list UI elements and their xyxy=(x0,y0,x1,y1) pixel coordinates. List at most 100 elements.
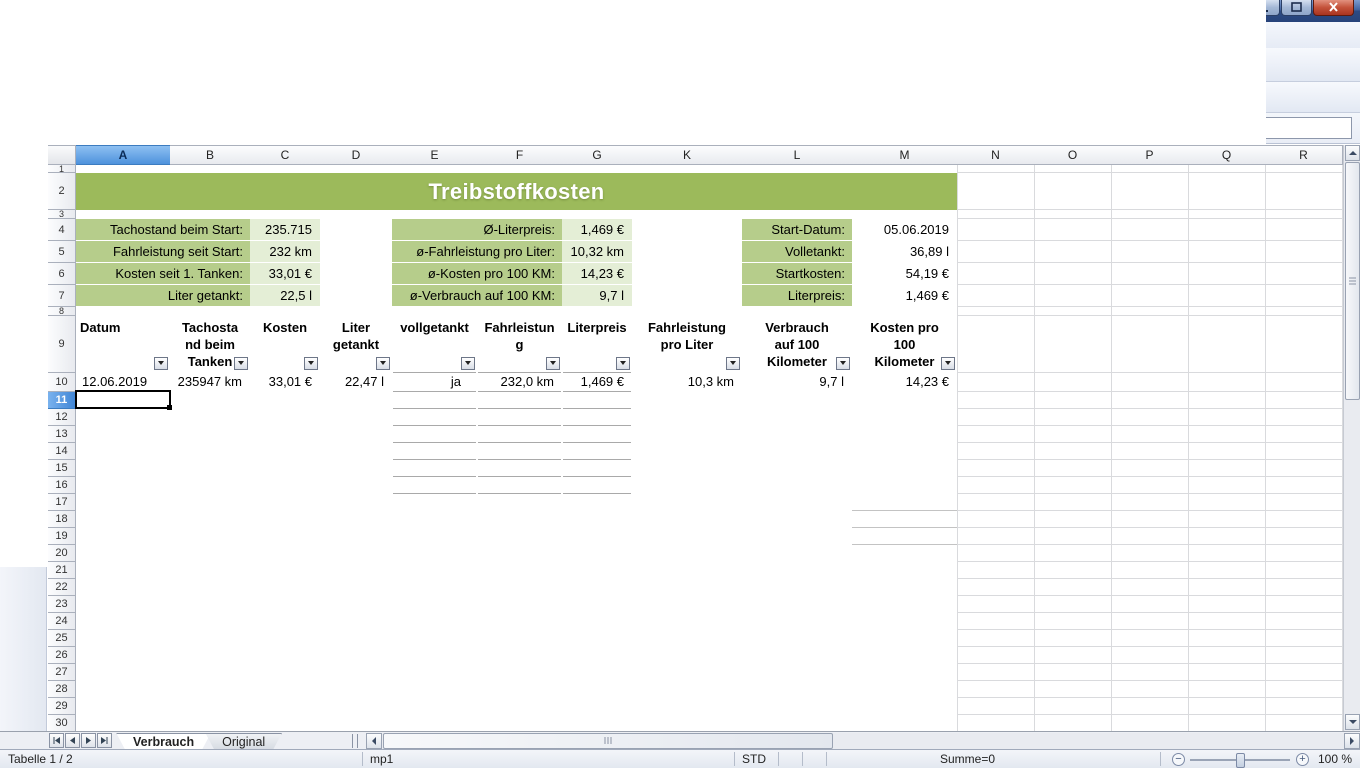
row-header-3[interactable]: 3 xyxy=(48,210,76,219)
summary-label-cell[interactable]: Tachostand beim Start: xyxy=(76,219,250,240)
row-header-17[interactable]: 17 xyxy=(48,494,76,511)
row-header-27[interactable]: 27 xyxy=(48,664,76,681)
row-header-15[interactable]: 15 xyxy=(48,460,76,477)
row-header-2[interactable]: 2 xyxy=(48,173,76,210)
column-header-M[interactable]: M xyxy=(852,145,958,165)
align-center-button[interactable] xyxy=(399,84,425,110)
dropdown-arrow-icon[interactable] xyxy=(63,53,71,77)
table-cell-C10[interactable]: 33,01 € xyxy=(250,373,320,391)
borders-button[interactable] xyxy=(734,84,763,110)
autofilter-button-C[interactable] xyxy=(304,357,318,370)
summary-label-cell[interactable]: Kosten seit 1. Tanken: xyxy=(76,263,250,284)
dropdown-arrow-icon[interactable] xyxy=(815,85,823,109)
vertical-scroll-thumb[interactable] xyxy=(1345,162,1360,400)
zoom-button[interactable] xyxy=(800,52,826,78)
table-header-cell-M[interactable]: Kosten pro 100 Kilometer xyxy=(852,316,957,373)
table-header-cell-K[interactable]: Fahrleistung pro Liter xyxy=(632,316,742,373)
summary-value-cell[interactable]: 1,469 € xyxy=(852,285,957,306)
table-header-cell-B[interactable]: Tachostand beim Tanken xyxy=(170,316,250,373)
find-toolbar-grip[interactable] xyxy=(908,55,913,75)
zoom-slider-thumb[interactable] xyxy=(1236,753,1245,768)
find-replace-button[interactable] xyxy=(688,52,714,78)
dropdown-arrow-icon[interactable] xyxy=(32,53,40,77)
align-right-button[interactable] xyxy=(427,84,453,110)
align-left-button[interactable] xyxy=(371,84,397,110)
row-header-1[interactable]: 1 xyxy=(48,165,76,173)
dropdown-arrow-icon[interactable] xyxy=(509,53,517,77)
table-header-cell-E[interactable]: vollgetankt xyxy=(392,316,477,373)
column-header-A[interactable]: A xyxy=(76,145,171,165)
menu-item-ansicht[interactable]: Ansicht xyxy=(125,23,184,47)
row-header-23[interactable]: 23 xyxy=(48,596,76,613)
autofilter-button-B[interactable] xyxy=(234,357,248,370)
toolbar-grip[interactable] xyxy=(3,87,8,107)
dropdown-arrow-icon[interactable] xyxy=(784,85,792,109)
dock-grip[interactable] xyxy=(13,148,33,153)
summary-value-cell[interactable]: 22,5 l xyxy=(250,285,320,306)
formula-bar-handle[interactable] xyxy=(10,119,22,137)
column-header-B[interactable]: B xyxy=(170,145,251,165)
row-header-30[interactable]: 30 xyxy=(48,715,76,732)
row-header-22[interactable]: 22 xyxy=(48,579,76,596)
cut-button[interactable] xyxy=(335,52,361,78)
first-sheet-button[interactable] xyxy=(49,733,64,748)
toolbar-overflow-button[interactable] xyxy=(827,84,853,110)
maximize-button[interactable] xyxy=(1281,0,1312,16)
summary-label-cell[interactable]: Literpreis: xyxy=(742,285,852,306)
column-header-E[interactable]: E xyxy=(392,145,478,165)
calc-module-icon[interactable] xyxy=(8,161,38,191)
sheet-tab-verbrauch[interactable]: Verbrauch xyxy=(116,733,211,750)
zoom-out-button[interactable]: − xyxy=(1172,753,1185,766)
web-module-icon[interactable] xyxy=(8,229,38,259)
find-dropdown-button[interactable] xyxy=(1010,55,1026,75)
copy-button[interactable] xyxy=(363,52,389,78)
autofilter-button-G[interactable] xyxy=(616,357,630,370)
name-box-dropdown-button[interactable] xyxy=(110,118,127,138)
next-sheet-button[interactable] xyxy=(81,733,96,748)
table-cell-K10[interactable]: 10,3 km xyxy=(632,373,742,391)
find-previous-button[interactable] xyxy=(1061,52,1087,78)
menu-item-hilfe[interactable]: Hilfe xyxy=(472,23,514,47)
sort-ascending-button[interactable]: AZ xyxy=(558,52,584,78)
row-header-14[interactable]: 14 xyxy=(48,443,76,460)
row-header-16[interactable]: 16 xyxy=(48,477,76,494)
horizontal-scrollbar[interactable] xyxy=(366,733,1360,749)
standard-format-button[interactable]: $% xyxy=(576,84,602,110)
decrease-indent-button[interactable] xyxy=(669,84,695,110)
table-cell-A10[interactable]: 12.06.2019 xyxy=(76,373,170,391)
title-banner-cell[interactable]: Treibstoffkosten xyxy=(76,173,957,210)
table-header-cell-D[interactable]: Liter getankt xyxy=(320,316,392,373)
table-cell-G10[interactable]: 1,469 € xyxy=(562,373,632,391)
table-header-cell-L[interactable]: Verbrauch auf 100 Kilometer xyxy=(742,316,852,373)
select-all-corner[interactable] xyxy=(48,145,76,165)
increase-indent-button[interactable] xyxy=(697,84,723,110)
fill-handle[interactable] xyxy=(167,405,172,410)
scroll-left-button[interactable] xyxy=(366,733,382,749)
menu-item-extras[interactable]: Extras xyxy=(308,23,361,47)
row-header-19[interactable]: 19 xyxy=(48,528,76,545)
find-next-button[interactable] xyxy=(1033,52,1059,78)
column-header-C[interactable]: C xyxy=(250,145,321,165)
column-header-F[interactable]: F xyxy=(477,145,563,165)
row-header-7[interactable]: 7 xyxy=(48,285,76,307)
horizontal-scroll-thumb[interactable] xyxy=(383,733,833,749)
percent-format-button[interactable]: % xyxy=(548,84,574,110)
sum-icon[interactable]: Σ xyxy=(173,120,182,137)
row-header-20[interactable]: 20 xyxy=(48,545,76,562)
email-button[interactable] xyxy=(103,52,129,78)
summary-label-cell[interactable]: Ø-Literpreis: xyxy=(392,219,562,240)
font-size-combobox[interactable]: 10 xyxy=(212,86,260,108)
column-header-P[interactable]: P xyxy=(1111,145,1189,165)
align-justified-button[interactable] xyxy=(455,84,481,110)
row-header-9[interactable]: 9 xyxy=(48,316,76,373)
previous-sheet-button[interactable] xyxy=(65,733,80,748)
summary-label-cell[interactable]: ø-Fahrleistung pro Liter: xyxy=(392,241,562,262)
find-toolbar-overflow-button[interactable] xyxy=(1089,52,1103,78)
summary-value-cell[interactable]: 33,01 € xyxy=(250,263,320,284)
scroll-right-button[interactable] xyxy=(1344,733,1360,749)
vertical-scrollbar[interactable] xyxy=(1343,145,1360,731)
summary-value-cell[interactable]: 9,7 l xyxy=(562,285,632,306)
column-header-K[interactable]: K xyxy=(632,145,743,165)
data-sources-button[interactable] xyxy=(772,52,798,78)
last-sheet-button[interactable] xyxy=(97,733,112,748)
